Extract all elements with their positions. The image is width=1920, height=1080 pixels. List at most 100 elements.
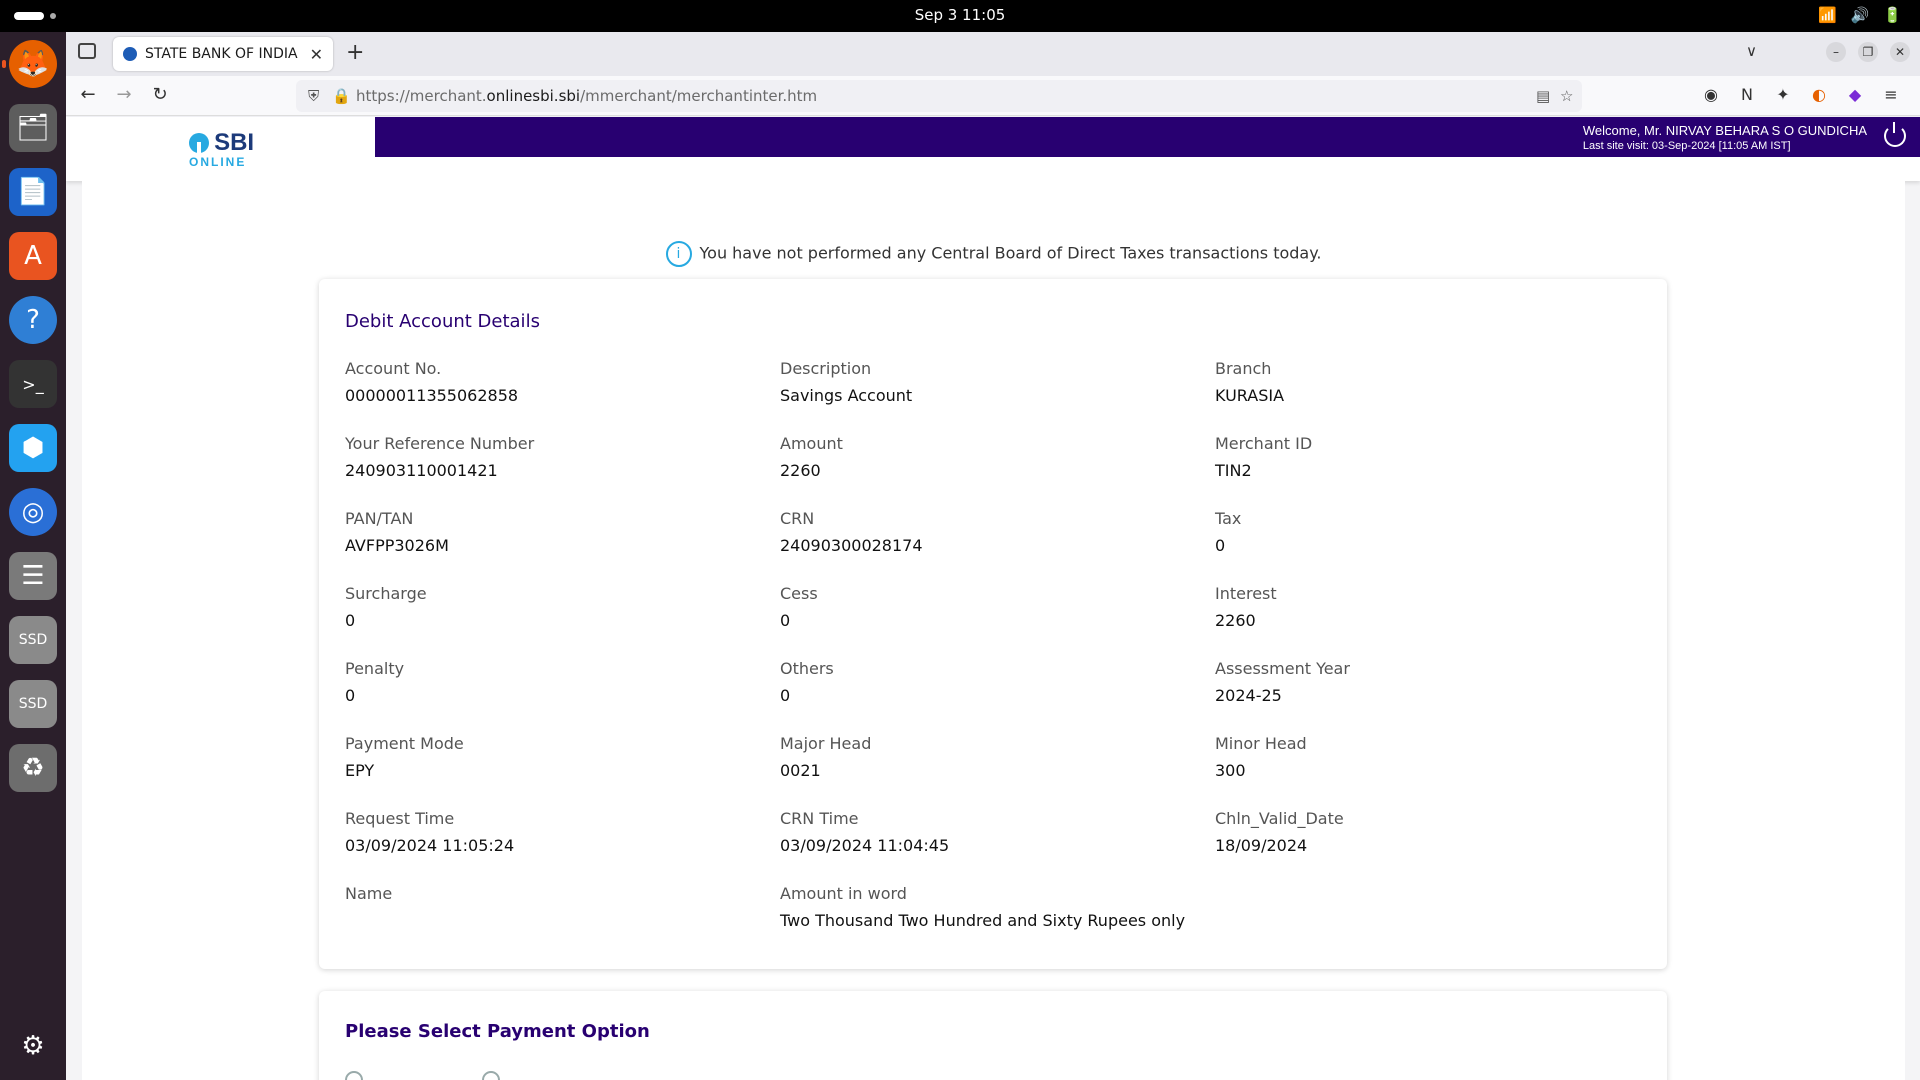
info-notice: i You have not performed any Central Boar…: [82, 241, 1905, 267]
detail-label: Amount: [780, 434, 843, 453]
payment-option-radio[interactable]: [345, 1071, 363, 1080]
detail-value: 18/09/2024: [1215, 836, 1308, 855]
detail-field: Surcharge 0: [345, 584, 765, 630]
help-icon[interactable]: ?: [9, 296, 57, 344]
extensions-puzzle-icon[interactable]: ✦: [1772, 85, 1794, 107]
detail-field: Major Head 0021: [780, 734, 1200, 780]
detail-value: KURASIA: [1215, 386, 1285, 405]
trash-icon[interactable]: ♻: [9, 744, 57, 792]
app-center-icon[interactable]: A: [9, 232, 57, 280]
wifi-icon[interactable]: 📶: [1818, 6, 1837, 24]
detail-value: TIN2: [1215, 461, 1252, 480]
detail-value: 03/09/2024 11:05:24: [345, 836, 515, 855]
logo-text: SBI: [214, 129, 255, 156]
new-tab-button[interactable]: +: [346, 40, 364, 65]
url-path: /mmerchant/merchantinter.htm: [580, 87, 818, 105]
welcome-message: Welcome, Mr. NIRVAY BEHARA S O GUNDICHA …: [1583, 123, 1867, 152]
detail-value: 2024-25: [1215, 686, 1282, 705]
detail-field: Amount in word Two Thousand Two Hundred a…: [780, 884, 1380, 930]
last-visit-text: Last site visit: 03-Sep-2024 [11:05 AM I…: [1582, 140, 1791, 152]
extension-colorful-icon[interactable]: ◐: [1808, 85, 1830, 107]
detail-field: Amount 2260: [780, 434, 1200, 480]
tab-close-icon[interactable]: ✕: [310, 45, 323, 64]
chromium-icon[interactable]: ◎: [9, 488, 57, 536]
application-dock: 🦊 🗂 📄 A ? >_ ⬢ ◎ ☰ SSD SSD ♻ ⚙: [0, 32, 66, 1080]
detail-value: 0: [1215, 536, 1226, 555]
url-prefix: https://merchant.: [356, 87, 487, 105]
detail-value: 2260: [780, 461, 821, 480]
payment-option-title: Please Select Payment Option: [345, 1021, 650, 1042]
tracking-shield-icon[interactable]: ⛨: [308, 87, 319, 105]
card-title: Debit Account Details: [345, 311, 540, 332]
reload-icon[interactable]: ↻: [148, 84, 172, 105]
payment-option-radio[interactable]: [482, 1071, 500, 1080]
detail-label: PAN/TAN: [345, 509, 414, 528]
ssd-drive-icon[interactable]: SSD: [9, 616, 57, 664]
forward-arrow-icon[interactable]: →: [112, 84, 136, 105]
detail-label: Request Time: [345, 809, 455, 828]
detail-label: Account No.: [345, 359, 442, 378]
restore-button[interactable]: ❐: [1858, 42, 1878, 62]
vscode-icon[interactable]: ⬢: [9, 424, 57, 472]
logout-power-icon[interactable]: [1884, 122, 1906, 147]
detail-field: Cess 0: [780, 584, 1200, 630]
tab-strip: STATE BANK OF INDIA ✕ + ∨ – ❐ ✕: [66, 32, 1920, 76]
volume-icon[interactable]: 🔊: [1851, 6, 1870, 24]
sbi-header: SBI ONLINE Welcome, Mr. NIRVAY BEHARA S …: [66, 117, 1920, 181]
detail-label: Branch: [1215, 359, 1272, 378]
sbi-online-logo[interactable]: SBI ONLINE: [189, 129, 254, 169]
detail-label: Merchant ID: [1215, 434, 1313, 453]
notice-text: You have not performed any Central Board…: [699, 243, 1322, 263]
detail-field: PAN/TAN AVFPP3026M: [345, 509, 765, 555]
writer-icon[interactable]: 📄: [9, 168, 57, 216]
firefox-icon[interactable]: 🦊: [2, 40, 57, 88]
detail-value: EPY: [345, 761, 375, 780]
show-apps-icon[interactable]: ⚙: [9, 1022, 57, 1070]
detail-field: Request Time 03/09/2024 11:05:24: [345, 809, 765, 855]
detail-field: Branch KURASIA: [1215, 359, 1635, 405]
detail-field: Interest 2260: [1215, 584, 1635, 630]
detail-field: Assessment Year 2024-25: [1215, 659, 1635, 705]
bookmark-star-icon[interactable]: ☆: [1560, 87, 1573, 105]
system-clock[interactable]: Sep 3 11:05: [0, 6, 1920, 24]
close-window-button[interactable]: ✕: [1890, 42, 1910, 62]
debit-account-details-card: Debit Account Details Account No. 0000001…: [319, 279, 1667, 969]
lock-icon[interactable]: 🔒: [332, 87, 351, 105]
battery-icon[interactable]: 🔋: [1883, 6, 1902, 24]
extension-purple-icon[interactable]: ◆: [1844, 85, 1866, 107]
logo-area: SBI ONLINE: [66, 117, 375, 181]
sbi-favicon-icon: [123, 47, 137, 61]
extension-n-icon[interactable]: N: [1736, 85, 1758, 107]
back-arrow-icon[interactable]: ←: [76, 84, 100, 105]
detail-field: Others 0: [780, 659, 1200, 705]
pocket-icon[interactable]: ◉: [1700, 85, 1722, 107]
app-menu-icon[interactable]: ≡: [1880, 85, 1902, 107]
detail-label: Payment Mode: [345, 734, 464, 753]
minimize-button[interactable]: –: [1826, 42, 1846, 62]
list-all-tabs-chevron-icon[interactable]: ∨: [1746, 42, 1757, 60]
detail-value: 24090300028174: [780, 536, 923, 555]
detail-field: Chln_Valid_Date 18/09/2024: [1215, 809, 1635, 855]
payment-option-card: Please Select Payment Option: [319, 991, 1667, 1080]
detail-value: 300: [1215, 761, 1246, 780]
tab-state-bank-of-india[interactable]: STATE BANK OF INDIA ✕: [113, 37, 333, 71]
sbi-logo-mark-icon: [189, 133, 209, 153]
detail-label: Minor Head: [1215, 734, 1307, 753]
detail-value: Two Thousand Two Hundred and Sixty Rupee…: [780, 911, 1186, 930]
system-top-bar: Sep 3 11:05 📶 🔊 🔋: [0, 0, 1920, 32]
storage-icon[interactable]: ☰: [9, 552, 57, 600]
url-host: onlinesbi.sbi: [486, 87, 581, 105]
address-bar[interactable]: ⛨ 🔒 https://merchant. onlinesbi.sbi/mmerc…: [296, 80, 1582, 112]
terminal-icon[interactable]: >_: [9, 360, 57, 408]
tab-history-icon[interactable]: [78, 43, 96, 59]
system-tray[interactable]: 📶 🔊 🔋: [1818, 6, 1902, 24]
detail-field: Tax 0: [1215, 509, 1635, 555]
detail-value: 0: [345, 611, 356, 630]
detail-label: Others: [780, 659, 834, 678]
ssd-drive-icon[interactable]: SSD: [9, 680, 57, 728]
reader-view-icon[interactable]: ▤: [1536, 87, 1550, 105]
files-icon[interactable]: 🗂: [9, 104, 57, 152]
detail-field: Penalty 0: [345, 659, 765, 705]
detail-field: CRN Time 03/09/2024 11:04:45: [780, 809, 1200, 855]
detail-label: Penalty: [345, 659, 405, 678]
